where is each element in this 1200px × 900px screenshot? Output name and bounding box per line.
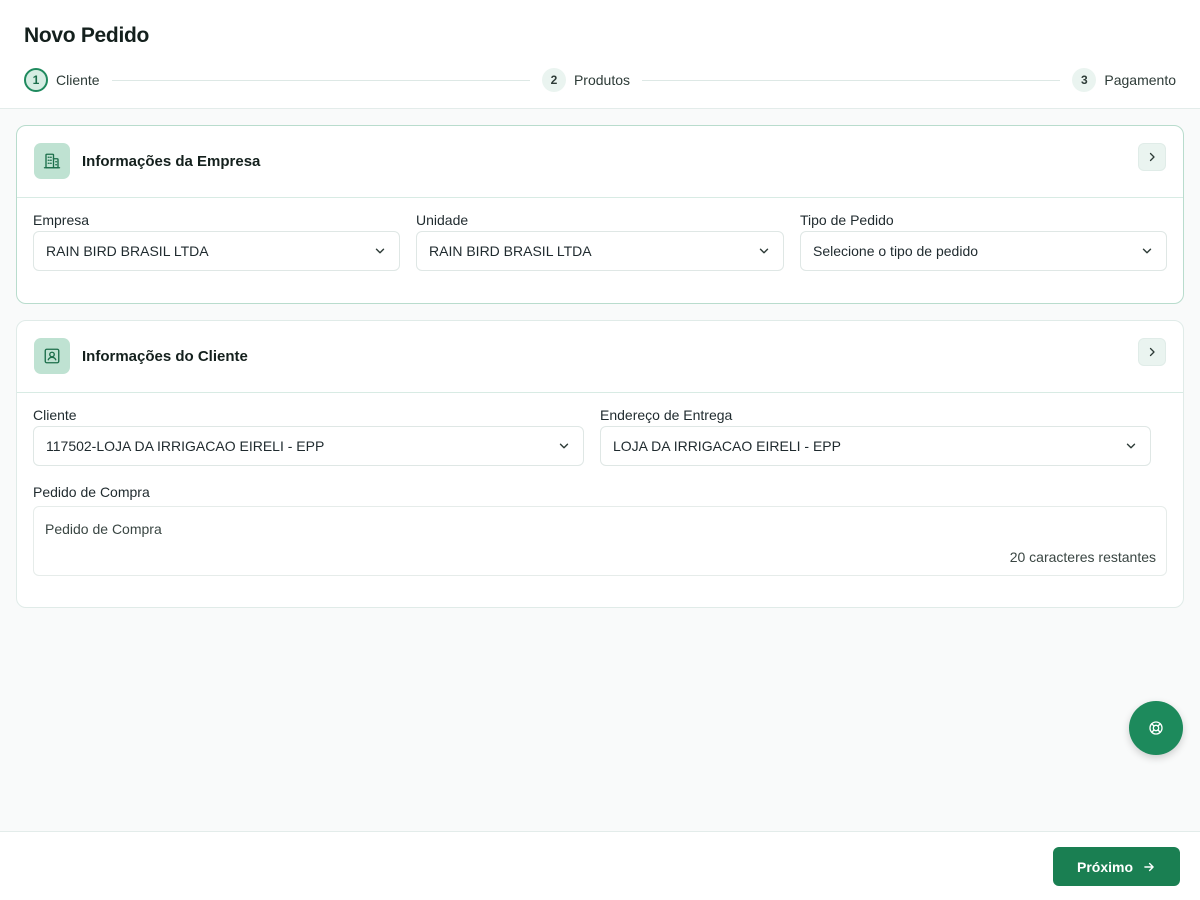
step-pagamento[interactable]: 3 Pagamento: [1072, 68, 1176, 92]
company-card-header: Informações da Empresa: [17, 126, 1183, 198]
chevron-down-icon: [559, 443, 569, 449]
arrow-right-icon: [1144, 862, 1154, 871]
page-title: Novo Pedido: [24, 24, 150, 47]
chevron-down-icon: [1126, 443, 1136, 449]
next-button[interactable]: Próximo: [1053, 847, 1180, 886]
chevron-right-icon: [1149, 347, 1155, 357]
endereco-label: Endereço de Entrega: [600, 407, 733, 423]
tipo-pedido-label: Tipo de Pedido: [800, 212, 894, 228]
cliente-label: Cliente: [33, 407, 77, 423]
unidade-label: Unidade: [416, 212, 469, 228]
step-number: 3: [1072, 68, 1097, 92]
lifebuoy-icon: [1149, 721, 1163, 735]
endereco-select[interactable]: LOJA DA IRRIGACAO EIRELI - EPP: [600, 426, 1151, 466]
step-label: Pagamento: [1104, 72, 1176, 88]
client-card-title: Informações do Cliente: [82, 348, 248, 365]
step-number: 2: [541, 68, 566, 92]
company-expand-button[interactable]: [1138, 143, 1166, 171]
client-expand-button[interactable]: [1138, 338, 1166, 366]
cliente-value: 117502-LOJA DA IRRIGACAO EIRELI - EPP: [46, 438, 325, 454]
endereco-value: LOJA DA IRRIGACAO EIRELI - EPP: [613, 438, 841, 454]
tipo-pedido-select[interactable]: Selecione o tipo de pedido: [800, 231, 1167, 271]
step-cliente[interactable]: 1 Cliente: [24, 68, 100, 92]
client-info-card: Informações do Cliente Cliente 117502-LO…: [16, 320, 1184, 608]
unidade-value: RAIN BIRD BRASIL LTDA: [429, 243, 592, 259]
chevron-down-icon: [375, 248, 385, 254]
building-icon: [34, 143, 70, 179]
page-header: Novo Pedido 1 Cliente 2 Produtos 3 Pagam…: [0, 0, 1200, 109]
next-button-label: Próximo: [1076, 858, 1133, 875]
chevron-down-icon: [759, 248, 769, 254]
step-connector: [642, 79, 1061, 81]
empresa-select[interactable]: RAIN BIRD BRASIL LTDA: [33, 231, 400, 271]
step-produtos[interactable]: 2 Produtos: [541, 68, 631, 92]
stepper: 1 Cliente 2 Produtos 3 Pagamento: [24, 68, 1176, 92]
pedido-compra-textarea[interactable]: Pedido de Compra 20 caracteres restantes: [33, 506, 1167, 576]
pedido-compra-label: Pedido de Compra: [33, 484, 150, 500]
empresa-value: RAIN BIRD BRASIL LTDA: [46, 243, 209, 259]
step-connector: [111, 79, 530, 81]
company-info-card: Informações da Empresa Empresa RAIN BIRD…: [16, 125, 1184, 304]
chevron-down-icon: [1142, 248, 1152, 254]
character-counter: 20 caracteres restantes: [1009, 549, 1156, 565]
client-card-header: Informações do Cliente: [17, 321, 1183, 393]
pedido-compra-placeholder: Pedido de Compra: [45, 521, 162, 537]
unidade-select[interactable]: RAIN BIRD BRASIL LTDA: [416, 231, 784, 271]
step-number: 1: [24, 68, 48, 92]
contact-card-icon: [34, 338, 70, 374]
tipo-pedido-placeholder: Selecione o tipo de pedido: [813, 243, 979, 259]
company-card-title: Informações da Empresa: [82, 153, 261, 170]
help-fab-button[interactable]: [1129, 701, 1183, 755]
step-label: Cliente: [56, 72, 100, 88]
footer-bar: Próximo: [0, 831, 1200, 900]
cliente-select[interactable]: 117502-LOJA DA IRRIGACAO EIRELI - EPP: [33, 426, 584, 466]
empresa-label: Empresa: [33, 212, 90, 228]
chevron-right-icon: [1149, 152, 1155, 162]
step-label: Produtos: [573, 72, 631, 88]
